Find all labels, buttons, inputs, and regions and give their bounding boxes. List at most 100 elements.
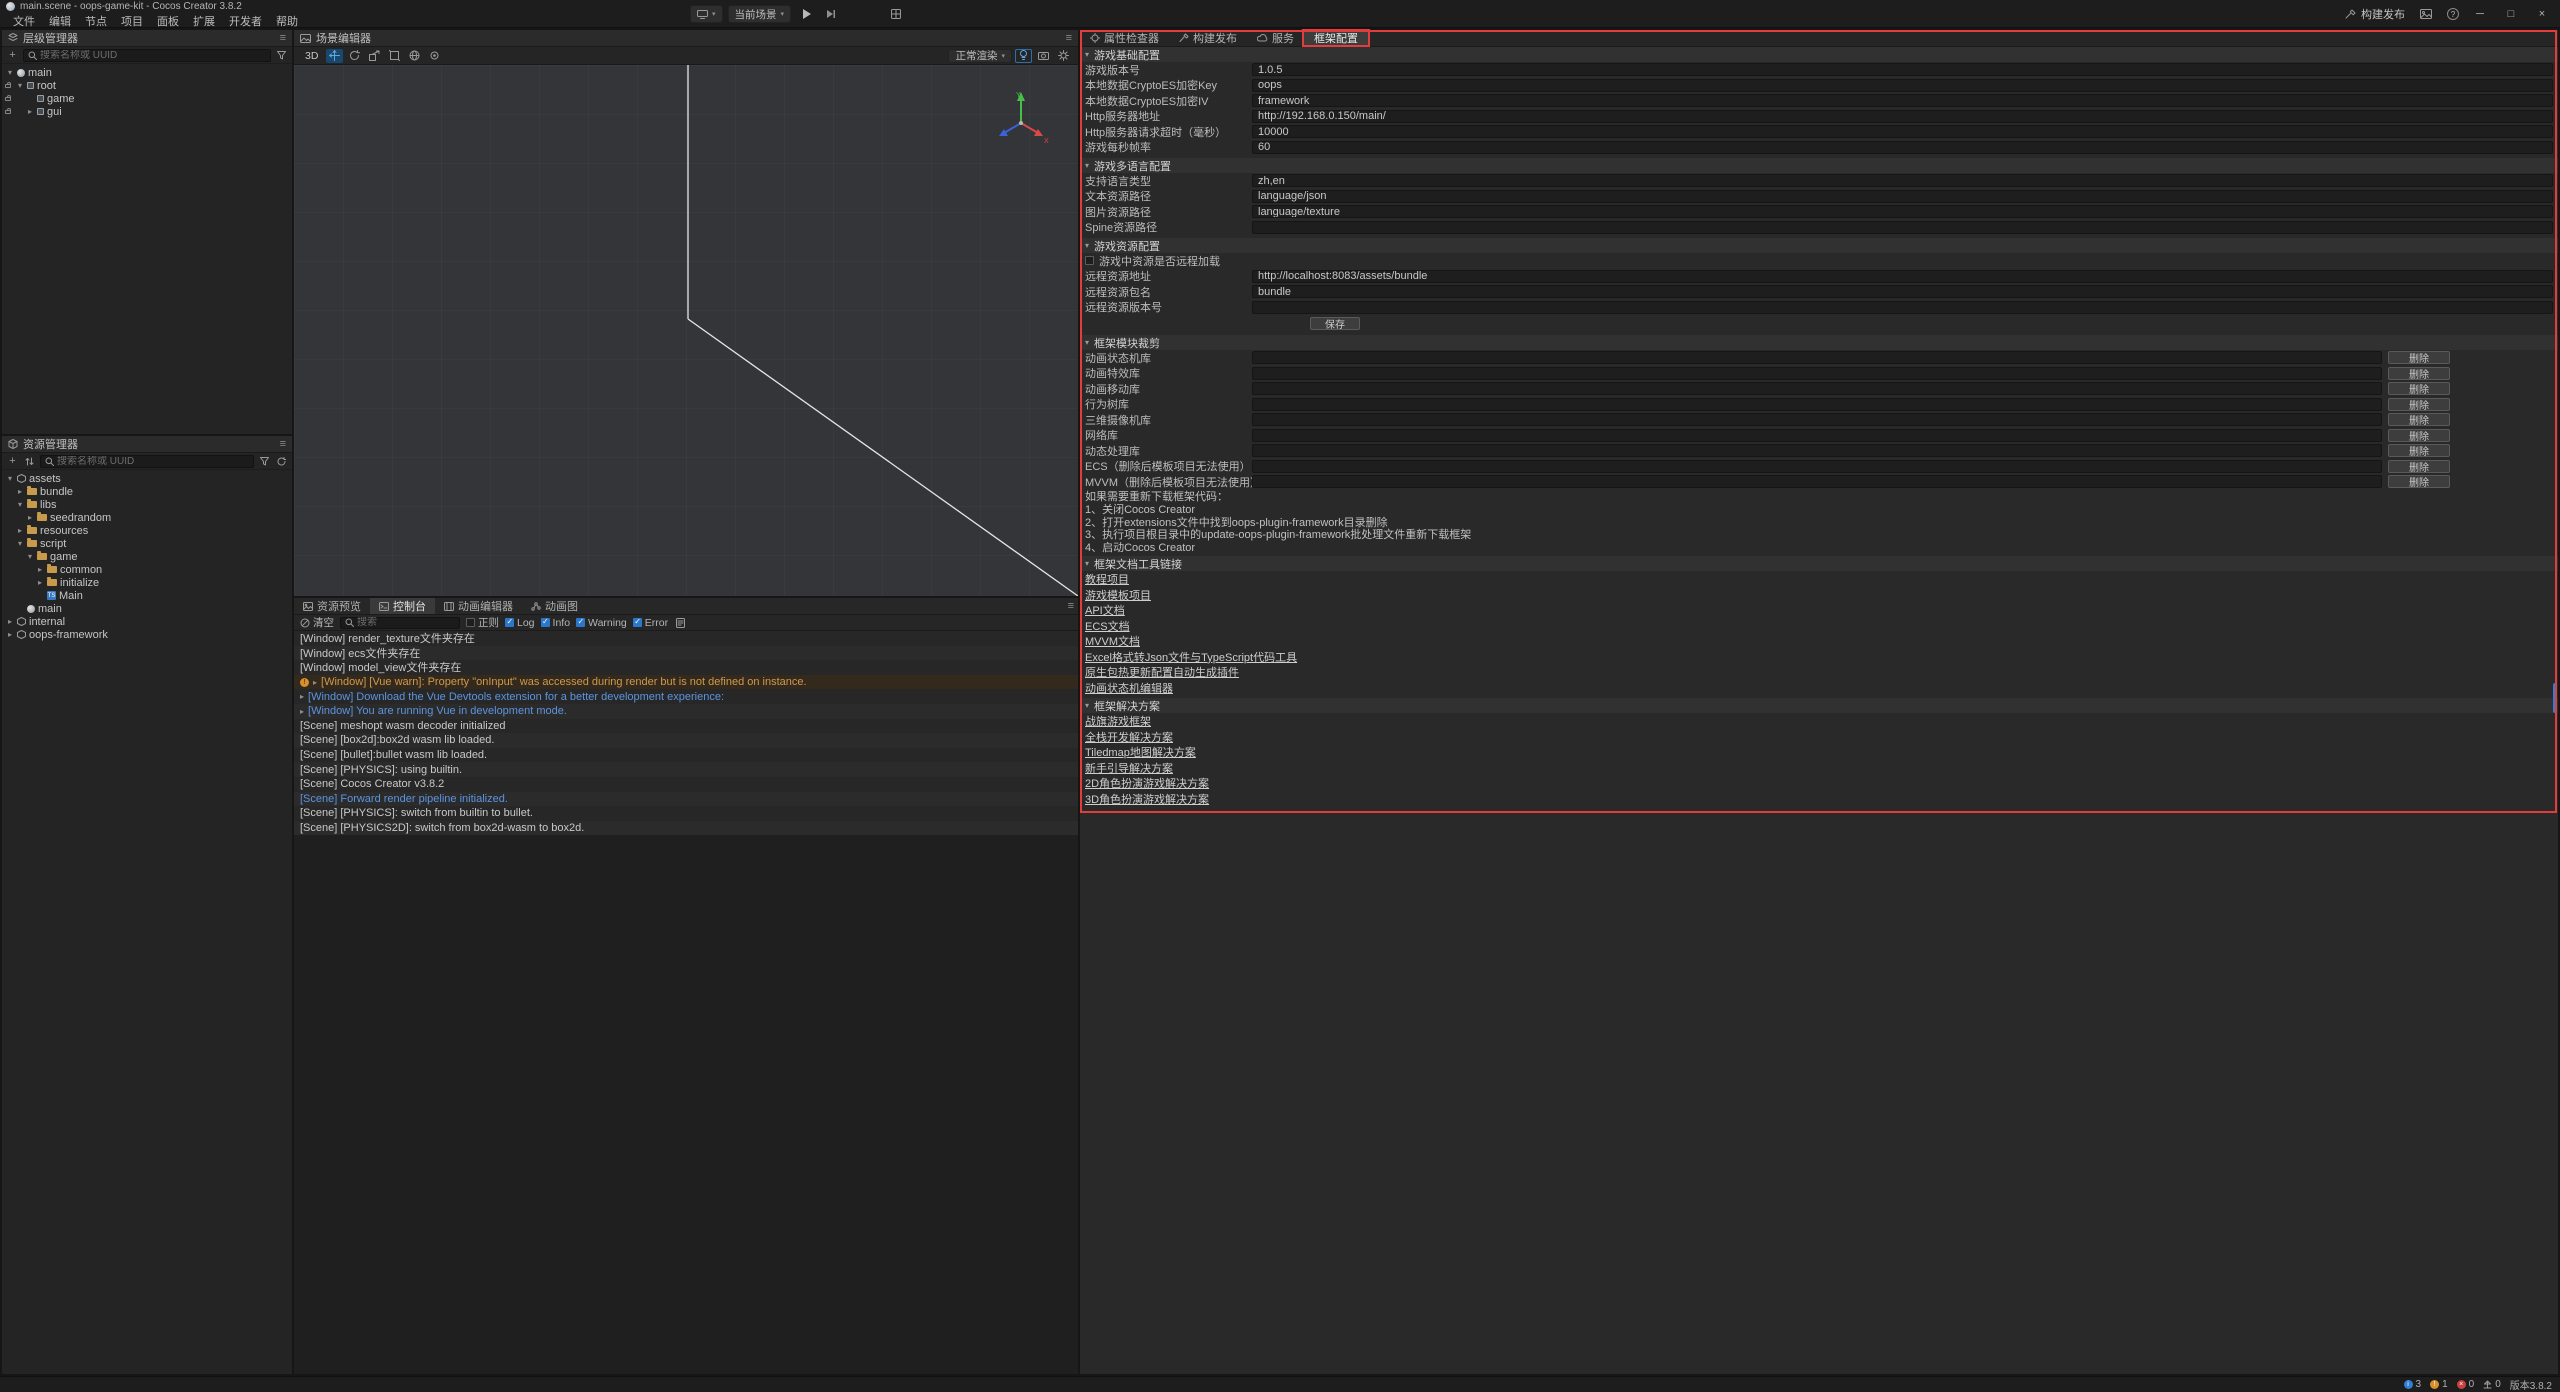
help-button[interactable]: ? <box>2447 8 2459 20</box>
filter-error[interactable]: Error <box>633 617 668 629</box>
preview-target-dropdown[interactable]: ▾ <box>690 5 723 23</box>
navigation-gizmo[interactable]: Y X <box>990 87 1052 149</box>
play-button[interactable] <box>796 5 816 23</box>
log-row[interactable]: [Scene] [PHYSICS]: switch from builtin t… <box>294 806 1078 821</box>
log-row[interactable]: [Window] model_view文件夹存在 <box>294 660 1078 675</box>
inspector-scrollbar-thumb[interactable] <box>2553 683 2557 713</box>
asset-node-resources[interactable]: ▸resources <box>2 524 292 537</box>
asset-node-assets[interactable]: ▾assets <box>2 472 292 485</box>
filter-icon[interactable] <box>258 455 271 468</box>
regex-checkbox[interactable] <box>466 618 475 627</box>
log-row[interactable]: [Scene] meshopt wasm decoder initialized <box>294 719 1078 734</box>
error-checkbox[interactable] <box>633 618 642 627</box>
caret-down-icon[interactable]: ▾ <box>26 553 34 561</box>
info-checkbox[interactable] <box>541 618 550 627</box>
log-row[interactable]: [Window] render_texture文件夹存在 <box>294 631 1078 646</box>
warning-checkbox[interactable] <box>576 618 585 627</box>
doc-link[interactable]: 游戏模板项目 <box>1080 587 2558 603</box>
section-header-resource[interactable]: ▾ 游戏资源配置 <box>1080 238 2558 253</box>
console-search-input[interactable] <box>357 617 455 628</box>
lock-icon[interactable] <box>5 110 11 114</box>
caret-down-icon[interactable]: ▾ <box>6 69 14 77</box>
world-space-button[interactable] <box>406 49 423 63</box>
caret-right-icon[interactable]: ▸ <box>300 692 304 701</box>
caret-right-icon[interactable]: ▸ <box>313 678 317 687</box>
solution-link[interactable]: 战旗游戏框架 <box>1080 713 2558 729</box>
caret-right-icon[interactable]: ▸ <box>26 514 34 522</box>
lock-icon[interactable] <box>5 84 11 88</box>
caret-down-icon[interactable]: ▾ <box>16 540 24 548</box>
sort-icon[interactable] <box>23 455 36 468</box>
panel-menu-icon[interactable]: ≡ <box>280 439 286 450</box>
caret-right-icon[interactable]: ▸ <box>6 631 14 639</box>
tab-animation-graph[interactable]: 动画图 <box>522 598 587 614</box>
log-row-info[interactable]: ▸[Window] You are running Vue in develop… <box>294 704 1078 719</box>
delete-button[interactable]: 删除 <box>2388 460 2450 473</box>
rotate-tool-button[interactable] <box>346 49 363 63</box>
asset-node-main-scene[interactable]: main <box>2 602 292 615</box>
solution-link[interactable]: 新手引导解决方案 <box>1080 760 2558 776</box>
delete-button[interactable]: 删除 <box>2388 351 2450 364</box>
menu-edit[interactable]: 编辑 <box>42 13 78 29</box>
mode-3d-toggle[interactable]: 3D <box>300 50 323 62</box>
caret-right-icon[interactable]: ▸ <box>16 488 24 496</box>
delete-button[interactable]: 删除 <box>2388 398 2450 411</box>
screenshot-button[interactable] <box>2416 5 2436 23</box>
open-log-file-button[interactable] <box>674 616 687 629</box>
panel-menu-icon[interactable]: ≡ <box>280 33 286 44</box>
tree-node-root[interactable]: ▾ root <box>2 79 292 92</box>
scale-tool-button[interactable] <box>366 49 383 63</box>
save-button[interactable]: 保存 <box>1310 317 1360 330</box>
section-header-modules[interactable]: ▾ 框架模块裁剪 <box>1080 335 2558 350</box>
log-checkbox[interactable] <box>505 618 514 627</box>
caret-right-icon[interactable]: ▸ <box>6 618 14 626</box>
close-button[interactable]: × <box>2532 8 2552 20</box>
tab-console[interactable]: 控制台 <box>370 598 435 614</box>
step-button[interactable] <box>821 5 841 23</box>
asset-node-script[interactable]: ▾script <box>2 537 292 550</box>
menu-project[interactable]: 项目 <box>114 13 150 29</box>
menu-panel[interactable]: 面板 <box>150 13 186 29</box>
caret-down-icon[interactable]: ▾ <box>16 82 24 90</box>
delete-button[interactable]: 删除 <box>2388 444 2450 457</box>
caret-right-icon[interactable]: ▸ <box>36 566 44 574</box>
caret-down-icon[interactable]: ▾ <box>16 501 24 509</box>
info-count[interactable]: i3 <box>2404 1379 2422 1390</box>
tree-node-main[interactable]: ▾ main <box>2 66 292 79</box>
section-header-docs[interactable]: ▾ 框架文档工具链接 <box>1080 556 2558 571</box>
menu-file[interactable]: 文件 <box>6 13 42 29</box>
asset-node-common[interactable]: ▸common <box>2 563 292 576</box>
crypto-key-input[interactable] <box>1252 79 2553 92</box>
solution-link[interactable]: 全栈开发解决方案 <box>1080 729 2558 745</box>
section-header-solutions[interactable]: ▾ 框架解决方案 <box>1080 698 2558 713</box>
pivot-button[interactable] <box>426 49 443 63</box>
scene-light-toggle[interactable] <box>1015 49 1032 63</box>
tab-animation-editor[interactable]: 动画编辑器 <box>435 598 522 614</box>
lock-icon[interactable] <box>5 97 11 101</box>
delete-button[interactable]: 删除 <box>2388 382 2450 395</box>
tree-node-gui[interactable]: ▸ gui <box>2 105 292 118</box>
log-row-info[interactable]: [Scene] Forward render pipeline initiali… <box>294 792 1078 807</box>
asset-node-libs[interactable]: ▾libs <box>2 498 292 511</box>
doc-link[interactable]: Excel格式转Json文件与TypeScript代码工具 <box>1080 649 2558 665</box>
warning-count[interactable]: !1 <box>2430 1379 2448 1390</box>
asset-node-initialize[interactable]: ▸initialize <box>2 576 292 589</box>
tab-service[interactable]: 服务 <box>1247 30 1304 46</box>
tab-build-publish[interactable]: 构建发布 <box>1169 30 1247 46</box>
minimize-button[interactable]: ─ <box>2470 8 2490 20</box>
tree-node-game[interactable]: game <box>2 92 292 105</box>
remote-version-input[interactable] <box>1252 301 2553 314</box>
http-server-input[interactable] <box>1252 110 2553 123</box>
asset-node-oops-framework[interactable]: ▸oops-framework <box>2 628 292 641</box>
delete-button[interactable]: 删除 <box>2388 413 2450 426</box>
log-row[interactable]: [Scene] Cocos Creator v3.8.2 <box>294 777 1078 792</box>
scene-selector-dropdown[interactable]: 当前场景 ▾ <box>728 5 792 23</box>
http-timeout-input[interactable] <box>1252 125 2553 138</box>
scene-viewport[interactable]: Y X <box>294 65 1078 596</box>
remote-bundle-input[interactable] <box>1252 285 2553 298</box>
menu-help[interactable]: 帮助 <box>269 13 305 29</box>
add-node-button[interactable]: + <box>6 49 19 62</box>
log-row[interactable]: [Window] ecs文件夹存在 <box>294 646 1078 661</box>
frame-rate-input[interactable] <box>1252 141 2553 154</box>
refresh-icon[interactable] <box>275 455 288 468</box>
